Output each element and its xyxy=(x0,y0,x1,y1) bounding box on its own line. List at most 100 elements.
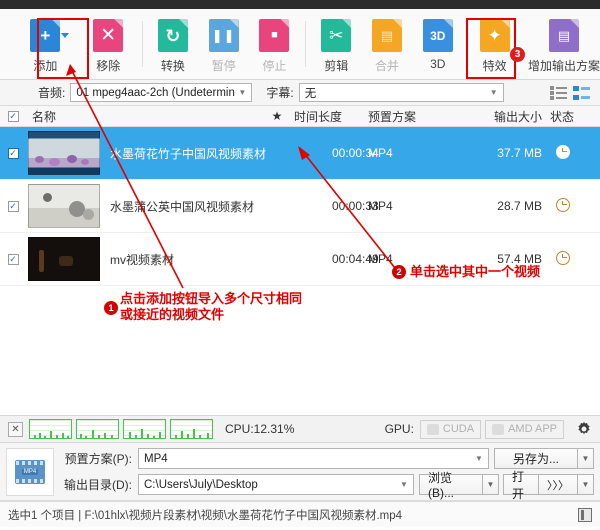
toolbar-button-3d[interactable]: 3D 3D xyxy=(412,13,463,75)
toolbar-label-trim: 剪辑 xyxy=(324,59,349,73)
toolbar-button-effects[interactable]: ✦ 特效 xyxy=(469,13,520,75)
toolbar-button-pause[interactable]: ❚❚ 暂停 xyxy=(198,13,249,75)
audio-track-select[interactable]: 01 mpeg4aac-2ch (Undetermine ▼ xyxy=(70,83,253,102)
annotation-text-1: 点击添加按钮导入多个尺寸相同 或接近的视频文件 xyxy=(120,291,303,322)
output-dir-value: C:\Users\July\Desktop xyxy=(144,478,258,491)
cpu-core-graph xyxy=(76,419,119,439)
row-preset: MP4 xyxy=(368,146,393,160)
toolbar-separator-1 xyxy=(141,21,143,67)
header-select-all[interactable]: ✓ xyxy=(0,110,26,122)
cpu-core-graph xyxy=(29,419,72,439)
merge-icon: ▤ xyxy=(371,19,402,52)
audio-subtitle-bar: 音频: 01 mpeg4aac-2ch (Undetermine ▼ 字幕: 无… xyxy=(0,80,600,106)
row-checkbox-cell[interactable]: ✓ xyxy=(0,200,26,212)
amd-app-toggle[interactable]: AMD APP xyxy=(485,419,564,439)
file-list-header: ✓ 名称 ★ 时间长度 预置方案 输出大小 状态 xyxy=(0,106,600,127)
row-name: mv视频素材 xyxy=(110,252,174,267)
gear-icon[interactable] xyxy=(576,421,592,437)
save-as-button[interactable]: 另存为... xyxy=(494,448,578,469)
thumbnail xyxy=(28,131,100,175)
performance-bar: ✕ CPU:12.31% GPU: CUDA AMD APP xyxy=(0,415,600,443)
badge-step-3: 3 xyxy=(510,47,525,62)
gpu-label: GPU: xyxy=(384,422,414,436)
toolbar-button-remove[interactable]: ✕ 移除 xyxy=(83,13,134,75)
row-name: 水墨荷花竹子中国风视频素材 xyxy=(110,146,267,161)
toolbar-button-merge[interactable]: ▤ 合并 xyxy=(362,13,413,75)
select-all-checkbox[interactable]: ✓ xyxy=(7,110,19,122)
amd-icon xyxy=(492,423,505,435)
amd-label: AMD APP xyxy=(508,423,557,435)
status-bar: 选中1 个项目 | F:\01hlx\视频片段素材\视频\水墨荷花竹子中国风视频… xyxy=(0,501,600,527)
panel-toggle-icon[interactable] xyxy=(578,507,592,522)
browse-dropdown[interactable]: ▼ xyxy=(482,474,499,495)
cpu-core-graph xyxy=(123,419,166,439)
remove-file-icon: ✕ xyxy=(93,19,124,52)
cpu-usage-text: CPU:12.31% xyxy=(225,422,295,436)
three-d-icon: 3D xyxy=(422,19,453,52)
table-row[interactable]: ✓ 水墨荷花竹子中国风视频素材 00:00:34 MP4 37.7 MB xyxy=(0,127,600,180)
toolbar-label-pause: 暂停 xyxy=(211,59,236,73)
cuda-label: CUDA xyxy=(442,423,475,435)
header-preset[interactable]: 预置方案 xyxy=(368,108,468,125)
chevron-down-icon: ▼ xyxy=(489,88,498,97)
audio-label: 音频: xyxy=(38,86,66,100)
toolbar-button-add-output-profile[interactable]: ▤ 增加输出方案 xyxy=(528,13,600,75)
clock-icon xyxy=(556,250,570,265)
header-state[interactable]: 状态 xyxy=(542,108,600,125)
row-checkbox[interactable]: ✓ xyxy=(7,200,19,212)
chevron-down-icon: ▼ xyxy=(400,480,408,489)
output-dir-label: 输出目录(D): xyxy=(64,478,132,492)
subtitle-select[interactable]: 无 ▼ xyxy=(298,83,504,102)
clock-icon xyxy=(556,144,570,159)
row-state xyxy=(542,144,600,162)
open-button[interactable]: 打开 xyxy=(503,470,539,501)
preset-value: MP4 xyxy=(144,452,168,465)
browse-button[interactable]: 浏览(B)... xyxy=(419,471,483,500)
output-settings-panel: MP4 预置方案(P): MP4 ▼ 另存为... ▼ 输出目录(D): C:\… xyxy=(0,443,600,501)
status-text: 选中1 个项目 | F:\01hlx\视频片段素材\视频\水墨荷花竹子中国风视频… xyxy=(8,509,403,522)
stop-icon: ■ xyxy=(259,19,290,52)
film-strip-icon: MP4 xyxy=(6,447,54,496)
main-toolbar: + 添加 ✕ 移除 ↻ 转换 ❚❚ 暂停 ■ 停止 ✂ 剪辑 ▤ 合并 3D 3… xyxy=(0,9,600,80)
row-checkbox[interactable]: ✓ xyxy=(7,253,19,265)
toolbar-label-merge: 合并 xyxy=(374,59,399,73)
toolbar-label-3d: 3D xyxy=(430,57,446,71)
header-duration[interactable]: 时间长度 xyxy=(294,108,368,125)
list-view-icon[interactable] xyxy=(550,85,567,100)
row-checkbox[interactable]: ✓ xyxy=(7,147,19,159)
toolbar-separator-2 xyxy=(304,21,306,67)
app-window: + 添加 ✕ 移除 ↻ 转换 ❚❚ 暂停 ■ 停止 ✂ 剪辑 ▤ 合并 3D 3… xyxy=(0,0,600,530)
toolbar-button-convert[interactable]: ↻ 转换 xyxy=(148,13,199,75)
convert-icon: ↻ xyxy=(157,19,188,52)
toolbar-label-convert: 转换 xyxy=(160,59,185,73)
subtitle-label: 字幕: xyxy=(266,86,294,100)
output-rows: 预置方案(P): MP4 ▼ 另存为... ▼ 输出目录(D): C:\User… xyxy=(60,448,594,501)
chevron-down-icon: ▼ xyxy=(238,88,247,97)
close-icon[interactable]: ✕ xyxy=(8,421,23,437)
row-name: 水墨蒲公英中国风视频素材 xyxy=(110,199,255,214)
header-name[interactable]: 名称 xyxy=(26,108,260,125)
toolbar-button-add[interactable]: + 添加 xyxy=(20,13,71,75)
header-star[interactable]: ★ xyxy=(260,109,294,123)
cuda-toggle[interactable]: CUDA xyxy=(419,419,482,439)
output-dir-input[interactable]: C:\Users\July\Desktop ▼ xyxy=(138,474,414,495)
toolbar-button-stop[interactable]: ■ 停止 xyxy=(249,13,300,75)
row-checkbox-cell[interactable]: ✓ xyxy=(0,147,26,159)
title-bar xyxy=(0,0,600,9)
header-size[interactable]: 输出大小 xyxy=(468,108,542,125)
row-size: 37.7 MB xyxy=(497,146,542,160)
preset-label: 预置方案(P): xyxy=(64,452,132,466)
table-row[interactable]: ✓ 水墨蒲公英中国风视频素材 00:00:33 MP4 28.7 MB xyxy=(0,180,600,233)
row-size: 28.7 MB xyxy=(497,199,542,213)
preset-select[interactable]: MP4 ▼ xyxy=(138,448,489,469)
magic-wand-icon: ✦ xyxy=(479,19,510,52)
toolbar-button-trim[interactable]: ✂ 剪辑 xyxy=(311,13,362,75)
clock-icon xyxy=(556,197,570,212)
row-checkbox-cell[interactable]: ✓ xyxy=(0,253,26,265)
chevron-down-icon[interactable] xyxy=(61,33,70,38)
detail-view-icon[interactable] xyxy=(573,85,590,100)
save-as-dropdown[interactable]: ▼ xyxy=(577,448,594,469)
more-button[interactable]: 〉〉〉 xyxy=(538,474,578,495)
output-dir-row: 输出目录(D): C:\Users\July\Desktop ▼ 浏览(B)..… xyxy=(60,470,594,501)
more-dropdown[interactable]: ▼ xyxy=(577,474,594,495)
